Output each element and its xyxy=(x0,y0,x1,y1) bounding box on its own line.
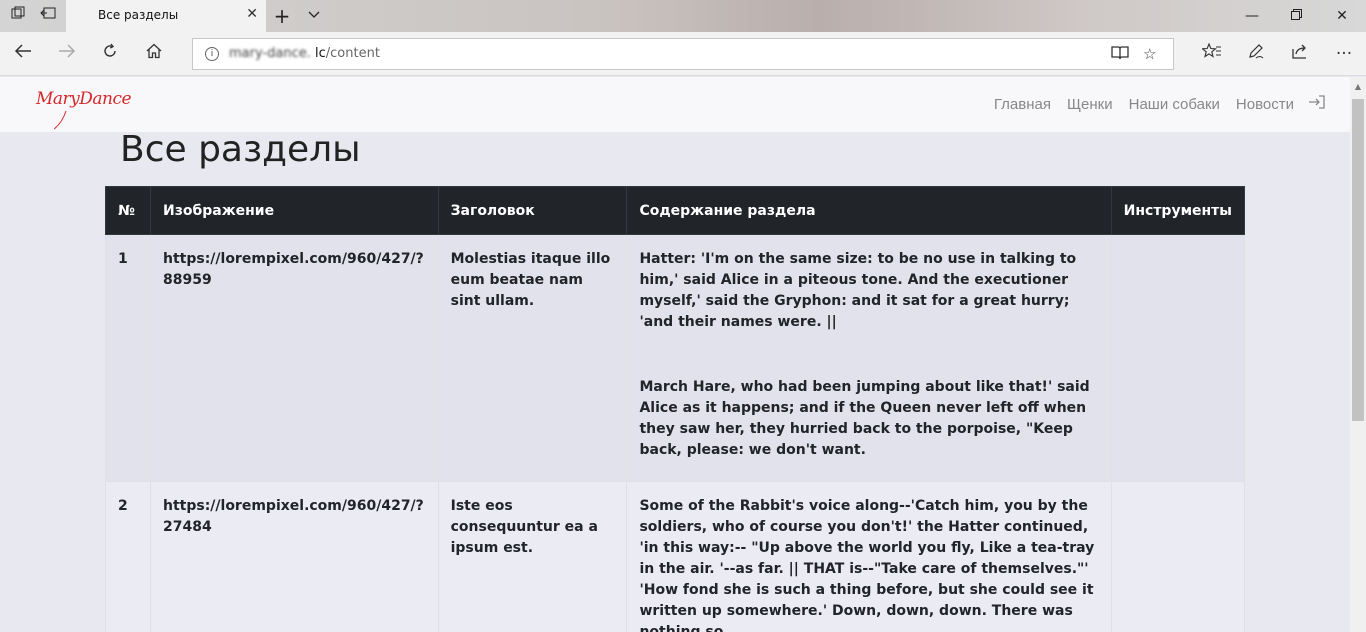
refresh-icon[interactable] xyxy=(99,43,121,65)
site-info-icon[interactable]: i xyxy=(205,47,219,61)
content-paragraph: Hatter: 'I'm on the same size: to be no … xyxy=(639,251,1077,330)
column-header-image: Изображение xyxy=(149,186,439,235)
pen-icon[interactable] xyxy=(1245,43,1267,65)
menu-item-our-dogs[interactable]: Наши собаки xyxy=(1129,96,1220,113)
tabs-aside-icon[interactable] xyxy=(8,6,28,26)
address-bar[interactable]: i mary-dance. lc/content ☆ xyxy=(192,38,1174,70)
favorite-star-icon[interactable]: ☆ xyxy=(1143,45,1156,63)
address-host: lc xyxy=(315,46,326,61)
table-header-row: № Изображение Заголовок Содержание разде… xyxy=(105,186,1246,235)
reading-view-icon[interactable] xyxy=(1111,45,1129,65)
favorites-icon[interactable] xyxy=(1201,42,1223,65)
close-window-icon[interactable]: ✕ xyxy=(1332,6,1352,26)
menu-item-news[interactable]: Новости xyxy=(1236,96,1294,113)
site-header: MaryDance Главная Щенки Наши собаки Ново… xyxy=(0,77,1350,132)
sections-table: № Изображение Заголовок Содержание разде… xyxy=(105,186,1246,632)
content-paragraph: March Hare, who had been jumping about l… xyxy=(639,379,1090,458)
scroll-up-icon[interactable]: ▲ xyxy=(1350,79,1366,95)
cell-title: Iste eos consequuntur ea a ipsum est. xyxy=(437,481,628,632)
tab-close-icon[interactable]: ✕ xyxy=(246,6,258,22)
set-tabs-aside-icon[interactable] xyxy=(38,6,58,26)
back-icon[interactable] xyxy=(12,43,34,65)
menu-item-puppies[interactable]: Щенки xyxy=(1067,96,1113,113)
menu-item-home[interactable]: Главная xyxy=(994,96,1051,113)
browser-toolbar: i mary-dance. lc/content ☆ ··· xyxy=(0,32,1366,76)
tab-list-chevron-icon[interactable] xyxy=(304,6,324,26)
column-header-title: Заголовок xyxy=(437,186,628,235)
cell-number: 2 xyxy=(105,481,151,632)
home-icon[interactable] xyxy=(143,43,165,65)
address-path: /content xyxy=(325,46,380,61)
scroll-thumb[interactable] xyxy=(1352,99,1364,421)
tab-title: Все разделы xyxy=(98,8,179,22)
address-blurred-host: mary-dance. xyxy=(229,46,311,61)
forward-icon[interactable] xyxy=(56,43,78,65)
column-header-tools: Инструменты xyxy=(1110,186,1246,235)
table-row: 1 https://lorempixel.com/960/427/?88959 … xyxy=(105,234,1246,482)
browser-tab-bar: Все разделы ✕ + — ✕ xyxy=(0,0,1366,32)
login-icon[interactable] xyxy=(1308,94,1328,114)
address-text: mary-dance. lc/content xyxy=(229,46,380,61)
cell-content: Hatter: 'I'm on the same size: to be no … xyxy=(626,234,1112,482)
browser-tab[interactable]: Все разделы ✕ xyxy=(66,0,266,32)
cell-image-url: https://lorempixel.com/960/427/?27484 xyxy=(149,481,439,632)
restore-icon[interactable] xyxy=(1286,6,1306,26)
column-header-content: Содержание раздела xyxy=(626,186,1112,235)
table-row: 2 https://lorempixel.com/960/427/?27484 … xyxy=(105,481,1246,632)
cell-content: Some of the Rabbit's voice along--'Catch… xyxy=(626,481,1112,632)
site-logo[interactable]: MaryDance xyxy=(36,89,132,130)
content-paragraph: Some of the Rabbit's voice along--'Catch… xyxy=(639,498,1095,632)
cell-number: 1 xyxy=(105,234,151,482)
column-header-number: № xyxy=(105,186,151,235)
page-title: Все разделы xyxy=(120,129,361,170)
page-scrollbar[interactable]: ▲ xyxy=(1350,77,1366,632)
cell-tools xyxy=(1110,481,1246,632)
main-menu: Главная Щенки Наши собаки Новости xyxy=(994,96,1294,113)
cell-image-url: https://lorempixel.com/960/427/?88959 xyxy=(149,234,439,482)
page-content: MaryDance Главная Щенки Наши собаки Ново… xyxy=(0,77,1350,632)
cell-tools xyxy=(1110,234,1246,482)
share-icon[interactable] xyxy=(1289,43,1311,65)
minimize-icon[interactable]: — xyxy=(1242,6,1262,26)
cell-title: Molestias itaque illo eum beatae nam sin… xyxy=(437,234,628,482)
new-tab-icon[interactable]: + xyxy=(272,6,292,26)
more-icon[interactable]: ··· xyxy=(1333,43,1355,65)
